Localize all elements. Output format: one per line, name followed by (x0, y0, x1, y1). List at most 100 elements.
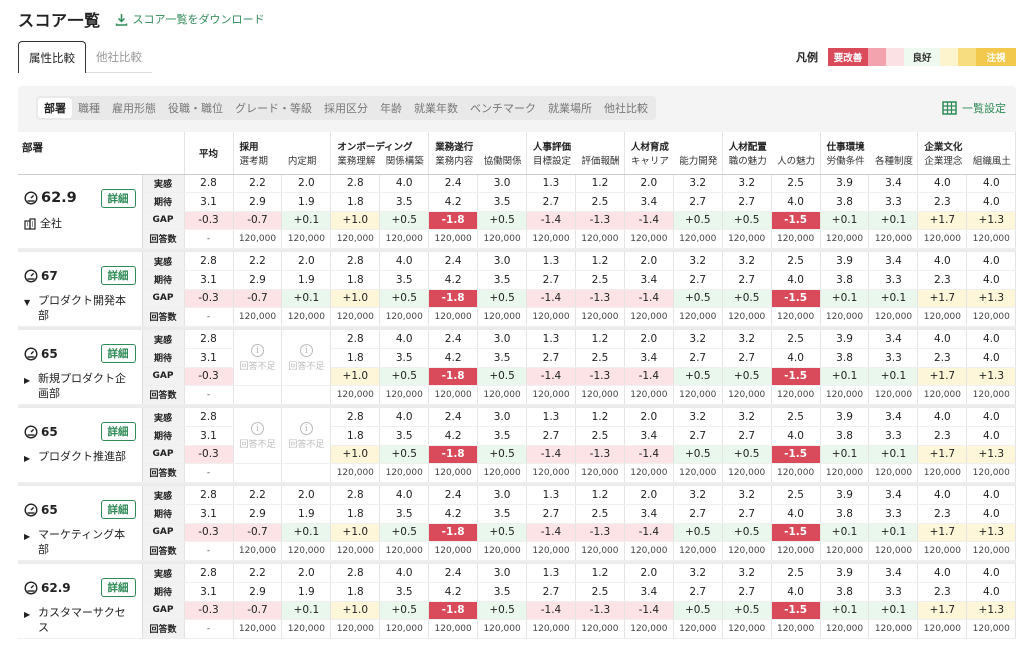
group-header: 業務遂行 業務内容 協働関係 (428, 132, 528, 175)
detail-button[interactable]: 詳細 (100, 500, 136, 519)
count-cell: 120,000 (281, 307, 332, 327)
actual-cell: 2.0 (624, 564, 674, 583)
gap-cell: -1.4 (526, 367, 576, 386)
row-type-label: 実感 (142, 174, 185, 193)
actual-cell: 1.3 (526, 330, 576, 349)
gap-cell: -1.8 (428, 211, 479, 230)
subheader: 各種制度 (874, 155, 913, 167)
detail-button[interactable]: 詳細 (100, 188, 136, 208)
gap-cell: -1.4 (526, 523, 576, 542)
count-cell: 120,000 (771, 619, 821, 639)
avg-cell: 3.1 (184, 270, 234, 290)
count-cell: 120,000 (624, 229, 674, 249)
expect-cell: 4.0 (771, 192, 821, 212)
detail-button[interactable]: 詳細 (100, 266, 136, 285)
actual-cell: 3.9 (820, 486, 870, 505)
gauge-icon (24, 191, 38, 205)
detail-button[interactable]: 詳細 (100, 344, 136, 363)
gap-cell: +0.1 (820, 445, 870, 464)
gap-cell: -0.7 (233, 211, 283, 230)
legend-item-2 (886, 48, 904, 66)
download-label: スコア一覧をダウンロード (132, 13, 265, 26)
filter-tab-10[interactable]: 他社比較 (598, 98, 654, 118)
legend-item-6: 注視 (976, 48, 1016, 66)
gap-cell: +0.5 (477, 367, 528, 386)
legend-item-4 (940, 48, 958, 66)
row-type-label: 期待 (142, 582, 185, 602)
gap-cell: +1.0 (330, 289, 381, 308)
count-cell: 120,000 (428, 463, 479, 483)
page-title: スコア一覧 (18, 11, 101, 30)
actual-cell: 2.2 (233, 486, 283, 505)
dept-name-label: プロダクト開発本部 (38, 294, 126, 322)
filter-tab-3[interactable]: 役職・職位 (162, 98, 229, 118)
expect-cell: 2.5 (575, 348, 625, 368)
gap-cell: +0.1 (281, 289, 332, 308)
count-cell: 120,000 (868, 463, 919, 483)
count-cell: 120,000 (379, 307, 430, 327)
expect-cell: 2.7 (722, 270, 772, 290)
count-cell: 120,000 (966, 541, 1016, 561)
dept-name[interactable]: ▼ プロダクト開発本部 (24, 293, 136, 323)
page-tab-1[interactable]: 他社比較 (86, 41, 152, 73)
row-type-label: 実感 (142, 252, 185, 271)
group-header: 企業文化 企業理念 組織風土 (917, 132, 1016, 175)
caret-right-icon: ▶ (24, 376, 31, 385)
actual-cell: 2.2 (233, 174, 283, 193)
dept-name[interactable]: ▶ プロダクト推進部 (24, 449, 136, 466)
count-cell-empty (281, 463, 332, 483)
expect-cell: 3.5 (379, 270, 430, 290)
filter-tab-1[interactable]: 職種 (72, 98, 106, 118)
gap-cell: +0.1 (281, 523, 332, 542)
count-cell: 120,000 (379, 229, 430, 249)
gap-cell: -1.4 (526, 445, 576, 464)
filter-tab-2[interactable]: 雇用形態 (106, 98, 162, 118)
expect-cell: 2.7 (526, 270, 576, 290)
filter-tab-8[interactable]: ベンチマーク (464, 98, 542, 118)
dept-name[interactable]: ▶ マーケティング本部 (24, 527, 136, 557)
count-cell: 120,000 (233, 307, 283, 327)
filter-tab-9[interactable]: 就業場所 (542, 98, 598, 118)
legend-scale: 要改善 良好 注視 (828, 48, 1016, 66)
count-cell: 120,000 (820, 307, 870, 327)
building-icon (24, 217, 36, 230)
table-row: GAP -0.3 -0.7 +0.1 +1.0 +0.5 -1.8 +0.5 -1.4 -1.3-… (18, 211, 1016, 230)
dept-name[interactable]: ▶ 新規プロダクト企画部 (24, 371, 136, 401)
actual-cell: 2.0 (281, 564, 332, 583)
filter-tab-5[interactable]: 採用区分 (318, 98, 374, 118)
detail-button[interactable]: 詳細 (100, 422, 136, 441)
dept-name[interactable]: ▶ カスタマーサクセス (24, 605, 136, 635)
gap-cell: -1.8 (428, 445, 479, 464)
download-link[interactable]: スコア一覧をダウンロード (115, 11, 265, 27)
actual-cell: 2.0 (281, 174, 332, 193)
page-tab-0[interactable]: 属性比較 (18, 41, 86, 73)
list-settings-button[interactable]: 一覧設定 (942, 100, 1006, 116)
actual-cell: 1.3 (526, 564, 576, 583)
dept-score: 65 (24, 347, 58, 361)
actual-cell: 4.0 (379, 252, 430, 271)
actual-cell: 1.2 (575, 408, 625, 427)
subheader: 関係構築 (385, 155, 424, 167)
count-cell-empty (233, 385, 283, 405)
count-cell: 120,000 (526, 619, 576, 639)
count-cell: 120,000 (966, 619, 1016, 639)
group-name: 採用 (239, 141, 259, 153)
info-icon: i (250, 421, 264, 435)
actual-cell: 2.4 (428, 486, 479, 505)
avg-cell: - (184, 619, 234, 639)
subheader: 業務理解 (337, 155, 376, 167)
detail-button[interactable]: 詳細 (100, 578, 136, 597)
gap-cell: -1.4 (526, 211, 576, 230)
score-table-wrapper[interactable]: 部署 平均 採用 選考期 内定期 オンボーディング 業務理解 関係構築 業務遂行 業務内容 協働関係… (18, 132, 1016, 646)
gauge-icon (24, 502, 38, 517)
subheader: 業務内容 (435, 155, 474, 167)
filter-tab-0[interactable]: 部署 (38, 98, 72, 118)
filter-tab-7[interactable]: 就業年数 (408, 98, 464, 118)
filter-tab-4[interactable]: グレード・等級 (229, 98, 318, 118)
filter-tab-6[interactable]: 年齢 (374, 98, 408, 118)
actual-cell: 4.0 (379, 408, 430, 427)
row-type-label: GAP (142, 367, 185, 386)
count-cell: 120,000 (477, 619, 528, 639)
actual-cell: 4.0 (917, 408, 968, 427)
expect-cell: 3.8 (820, 426, 870, 446)
